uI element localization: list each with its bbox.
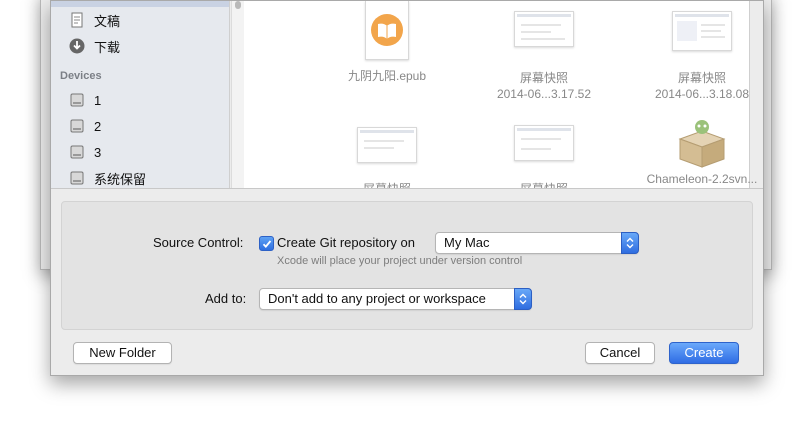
download-icon <box>68 37 86 55</box>
screenshot-thumbnail <box>672 11 732 51</box>
sidebar: 文稿 下载 Devices 1 2 3 系统保留 <box>51 1 230 188</box>
file-name: 屏幕快照 <box>677 71 726 85</box>
file-item[interactable]: 屏幕快照 <box>474 125 614 197</box>
options-panel: Source Control: Create Git repository on… <box>61 201 753 330</box>
disk-icon <box>68 91 86 109</box>
file-date: 2014-06...3.18.08 <box>654 87 750 101</box>
chevron-updown-icon <box>514 288 532 310</box>
popup-value: Don't add to any project or workspace <box>268 291 486 306</box>
create-button[interactable]: Create <box>669 342 739 364</box>
ibooks-icon <box>365 1 409 60</box>
file-item[interactable]: Chameleon-2.2svn... <box>632 117 763 187</box>
file-item[interactable]: 屏幕快照 2014-06...3.18.08 <box>632 11 763 102</box>
add-to-label: Add to: <box>205 291 247 306</box>
git-location-popup[interactable]: My Mac <box>435 232 639 254</box>
scroll-thumb[interactable] <box>235 1 241 9</box>
disk-icon <box>68 143 86 161</box>
sidebar-section-devices: Devices <box>60 70 102 82</box>
sidebar-item-device-3[interactable]: 3 <box>68 141 101 163</box>
cancel-button[interactable]: Cancel <box>585 342 655 364</box>
version-control-hint: Xcode will place your project under vers… <box>277 255 523 267</box>
sidebar-item-documents[interactable]: 文稿 <box>68 9 120 31</box>
checkmark-icon <box>262 239 271 248</box>
file-item[interactable]: 九阴九阳.epub <box>317 1 457 84</box>
disk-icon <box>68 169 86 187</box>
disk-icon <box>68 117 86 135</box>
sidebar-item-label: 3 <box>94 144 102 160</box>
create-git-label: Create Git repository on <box>277 235 416 250</box>
create-git-checkbox[interactable] <box>259 236 274 251</box>
sidebar-scrollbar[interactable] <box>231 1 244 188</box>
options-area: Source Control: Create Git repository on… <box>51 188 763 375</box>
file-item[interactable]: 屏幕快照 <box>317 127 457 197</box>
document-icon <box>68 11 86 29</box>
screenshot-thumbnail <box>514 125 574 161</box>
sidebar-item-label: 文稿 <box>94 13 121 29</box>
source-control-label: Source Control: <box>153 235 244 250</box>
sidebar-item-device-2[interactable]: 2 <box>68 115 101 137</box>
sidebar-item-label: 系统保留 <box>94 171 147 187</box>
file-item[interactable]: 屏幕快照 2014-06...3.17.52 <box>474 11 614 102</box>
sidebar-item-device-4[interactable]: 系统保留 <box>68 167 146 189</box>
package-icon <box>674 117 730 169</box>
chevron-updown-icon <box>621 232 639 254</box>
sidebar-item-device-1[interactable]: 1 <box>68 89 101 111</box>
popup-value: My Mac <box>444 235 490 250</box>
file-name: 屏幕快照 <box>519 71 568 85</box>
sidebar-item-label: 2 <box>94 118 102 134</box>
sidebar-selected-item[interactable] <box>51 1 229 7</box>
sidebar-item-label: 1 <box>94 92 102 108</box>
screenshot-thumbnail <box>357 127 417 163</box>
screenshot-thumbnail <box>514 11 574 47</box>
save-sheet: 文稿 下载 Devices 1 2 3 系统保留 九阴九阳.epub 屏幕快照 … <box>50 0 764 376</box>
sidebar-item-label: 下载 <box>94 39 121 55</box>
new-folder-button[interactable]: New Folder <box>73 342 172 364</box>
file-date: 2014-06...3.17.52 <box>496 87 592 101</box>
file-name: Chameleon-2.2svn... <box>646 172 758 186</box>
sidebar-item-downloads[interactable]: 下载 <box>68 35 120 57</box>
file-browser: 九阴九阳.epub 屏幕快照 2014-06...3.17.52 屏幕快照 20… <box>244 1 757 196</box>
file-name: 九阴九阳.epub <box>347 69 427 83</box>
add-to-popup[interactable]: Don't add to any project or workspace <box>259 288 532 310</box>
